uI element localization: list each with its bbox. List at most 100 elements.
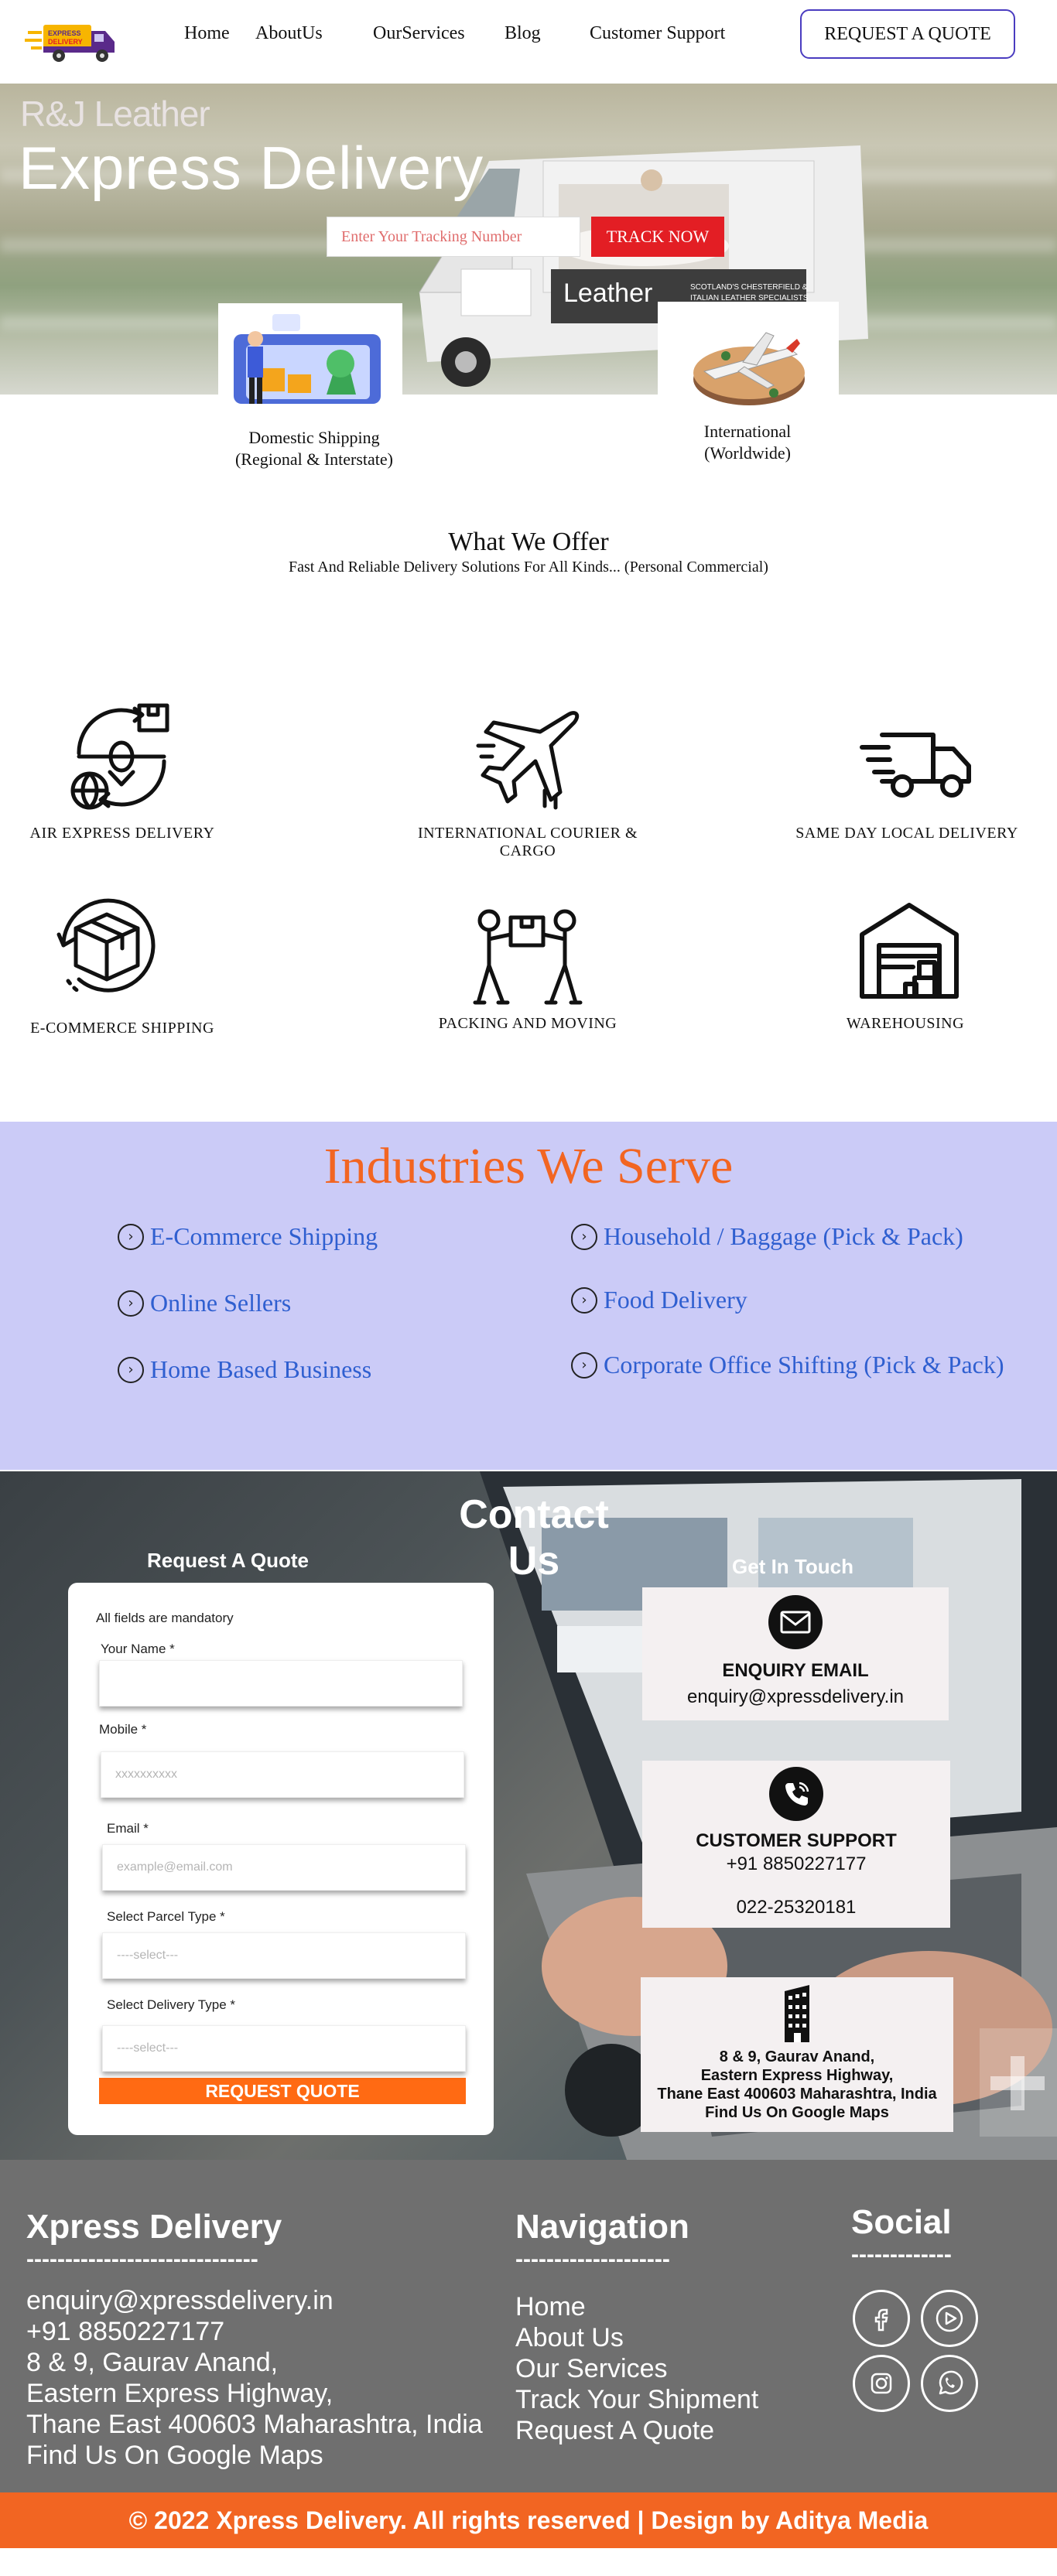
tracking-input-placeholder: Enter Your Tracking Number [341,227,522,245]
svg-text:DELIVERY: DELIVERY [48,38,83,46]
name-field[interactable] [99,1660,463,1707]
footer-email[interactable]: enquiry@xpressdelivery.in [26,2285,334,2316]
request-quote-button[interactable]: REQUEST A QUOTE [800,9,1015,59]
footer-nav-services[interactable]: Our Services [515,2353,668,2384]
footer-nav-heading: Navigation [515,2208,689,2246]
industry-item-household[interactable]: › Household / Baggage (Pick & Pack) [571,1222,963,1251]
hero-title: Express Delivery [19,134,484,202]
tracking-number-input[interactable]: Enter Your Tracking Number [327,217,580,257]
mobile-label: Mobile * [99,1722,147,1737]
address-box: 8 & 9, Gaurav Anand, Eastern Express Hig… [641,1977,953,2132]
chevron-right-icon: › [571,1351,597,1379]
domestic-shipping-card[interactable] [218,303,402,419]
track-now-button[interactable]: TRACK NOW [591,217,724,257]
phone-icon [769,1767,823,1821]
youtube-icon[interactable] [921,2290,978,2347]
air-express-icon [70,703,169,810]
industry-item-corporate-shifting[interactable]: › Corporate Office Shifting (Pick & Pack… [571,1351,1004,1379]
domestic-shipping-label: Domestic Shipping (Regional & Interstate… [206,427,422,470]
request-quote-submit-button[interactable]: REQUEST QUOTE [99,2078,466,2104]
industry-item-label: Home Based Business [150,1355,372,1383]
chevron-right-icon: › [571,1223,597,1250]
footer-nav-about[interactable]: About Us [515,2322,624,2353]
google-maps-link[interactable]: Find Us On Google Maps [641,2103,953,2122]
address-line-3: Thane East 400603 Maharashtra, India [657,2086,937,2103]
industry-item-online-sellers[interactable]: › Online Sellers [118,1289,291,1317]
envelope-icon [768,1595,823,1649]
plus-icon [990,2056,1045,2110]
industry-item-food-delivery[interactable]: › Food Delivery [571,1286,747,1314]
service-same-day-label: SAME DAY LOCAL DELIVERY [795,825,1018,842]
industry-item-label: Food Delivery [604,1286,747,1314]
nav-home[interactable]: Home [184,23,230,44]
service-international-courier-label: INTERNATIONAL COURIER & CARGO [417,825,638,859]
airplane-icon [476,711,580,810]
address-line-1: 8 & 9, Gaurav Anand, [719,2048,875,2065]
service-warehousing-label: WAREHOUSING [846,1015,965,1032]
parcel-type-select[interactable]: ----select--- [102,1932,466,1979]
industry-item-label: Online Sellers [150,1289,292,1317]
parcel-type-label: Select Parcel Type * [107,1909,225,1924]
nav-blog[interactable]: Blog [505,23,541,44]
footer-address-1: 8 & 9, Gaurav Anand, [26,2348,279,2377]
delivery-type-select[interactable]: ----select--- [102,2025,466,2072]
domestic-shipping-title: Domestic Shipping [248,428,380,447]
industries-section: Industries We Serve › E-Commerce Shippin… [0,1122,1057,1470]
email-placeholder: example@email.com [117,1860,233,1874]
enquiry-email-box: ENQUIRY EMAIL enquiry@xpressdelivery.in [642,1587,949,1720]
service-packing-moving-label: PACKING AND MOVING [438,1015,617,1032]
site-footer: Xpress Delivery ------------------------… [0,2160,1057,2492]
nav-our-services[interactable]: OurServices [373,23,465,44]
international-shipping-label: International (Worldwide) [639,421,856,464]
chevron-right-icon: › [571,1286,597,1314]
footer-nav-quote[interactable]: Request A Quote [515,2415,714,2446]
email-field[interactable]: example@email.com [102,1844,466,1891]
get-in-touch-title: Get In Touch [732,1555,853,1578]
contact-section: Contact Us Request A Quote Get In Touch … [0,1471,1057,2160]
form-note: All fields are mandatory [96,1611,234,1625]
footer-social-heading: Social [851,2203,952,2241]
footer-nav-home[interactable]: Home [515,2291,586,2322]
support-phone-secondary[interactable]: 022-25320181 [642,1897,950,1918]
name-label: Your Name * [101,1642,175,1656]
customer-support-box: CUSTOMER SUPPORT +91 8850227177 022-2532… [642,1761,950,1928]
fast-truck-icon [860,733,971,798]
parcel-type-value: ----select--- [117,1949,179,1962]
domestic-van-illustration [234,314,381,404]
industry-item-home-business[interactable]: › Home Based Business [118,1355,371,1384]
enquiry-email-heading: ENQUIRY EMAIL [722,1660,869,1681]
industry-item-ecommerce[interactable]: › E-Commerce Shipping [118,1222,378,1251]
footer-nav-track[interactable]: Track Your Shipment [515,2384,758,2415]
industry-item-label: E-Commerce Shipping [150,1222,378,1250]
facebook-icon[interactable] [853,2290,910,2347]
mobile-placeholder: xxxxxxxxxx [115,1768,177,1781]
enquiry-email-value[interactable]: enquiry@xpressdelivery.in [642,1686,949,1708]
request-quote-title: Request A Quote [147,1549,309,1572]
nav-about-us[interactable]: AboutUs [255,23,323,44]
svg-text:Leather: Leather [563,278,652,308]
industries-title: Industries We Serve [323,1138,734,1194]
international-shipping-card[interactable] [658,302,839,416]
instagram-icon[interactable] [853,2355,910,2412]
chevron-right-icon: › [118,1223,144,1250]
footer-phone[interactable]: +91 8850227177 [26,2316,224,2347]
footer-social-dashes: ------------- [851,2242,952,2267]
international-plane-illustration [693,332,805,405]
floating-plus-widget[interactable] [980,2028,1057,2137]
domestic-shipping-subtitle: (Regional & Interstate) [234,449,394,469]
what-we-offer-title: What We Offer [448,528,609,556]
footer-maps-link[interactable]: Find Us On Google Maps [26,2440,323,2471]
support-phone-primary[interactable]: +91 8850227177 [642,1853,950,1875]
warehouse-icon [860,903,959,999]
nav-customer-support[interactable]: Customer Support [590,23,725,44]
mobile-field[interactable]: xxxxxxxxxx [101,1751,464,1798]
movers-icon [473,909,583,1005]
address-line-2: Eastern Express Highway, [700,2067,894,2084]
brand-logo: R&J Leather [20,94,210,134]
whatsapp-icon[interactable] [921,2355,978,2412]
international-shipping-title: International [703,422,792,441]
delivery-type-label: Select Delivery Type * [107,1997,235,2012]
footer-address-2: Eastern Express Highway, [26,2379,334,2408]
express-delivery-logo[interactable]: EXPRESS DELIVERY [25,17,125,65]
site-header: EXPRESS DELIVERY Home AboutUs OurService… [0,0,1057,84]
